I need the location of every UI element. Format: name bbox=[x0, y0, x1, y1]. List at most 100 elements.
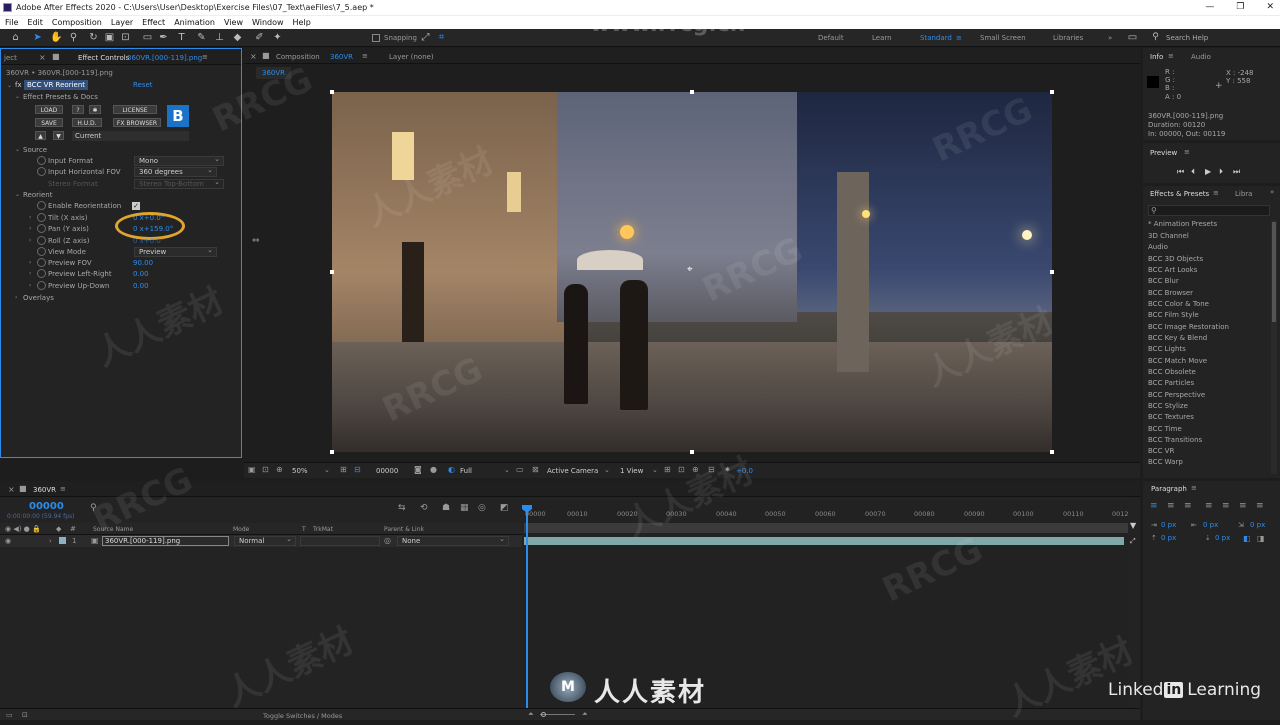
license-button[interactable]: LICENSE bbox=[113, 105, 157, 114]
effects-scrollbar-thumb[interactable] bbox=[1272, 222, 1276, 322]
zoom-in-icon[interactable]: ⏶ bbox=[582, 710, 588, 719]
roto-brush-tool-icon[interactable]: ✐ bbox=[254, 32, 265, 43]
search-help-input[interactable]: Search Help bbox=[1166, 34, 1208, 42]
close-timeline-tab-icon[interactable]: × bbox=[8, 485, 15, 494]
timeline-tab[interactable]: 360VR bbox=[33, 486, 56, 494]
fx-item[interactable]: * Animation Presets bbox=[1148, 220, 1217, 228]
preview-menu-icon[interactable]: ≡ bbox=[1184, 148, 1190, 156]
paragraph-menu-icon[interactable]: ≡ bbox=[1191, 484, 1197, 492]
timeline-icon[interactable]: ⊟ bbox=[708, 465, 715, 474]
layer-name[interactable]: 360VR.[000-119].png bbox=[102, 536, 229, 546]
fast-previews-icon[interactable]: ⊡ bbox=[678, 465, 685, 474]
rtl-direction-icon[interactable]: ◨ bbox=[1257, 534, 1265, 543]
snapping-checkbox[interactable] bbox=[372, 34, 380, 42]
col-mode[interactable]: Mode bbox=[233, 526, 249, 533]
indent-right-value[interactable]: 0 px bbox=[1203, 521, 1218, 529]
close-comp-tab-icon[interactable]: × bbox=[250, 52, 257, 61]
view-mode-stopwatch-icon[interactable] bbox=[37, 247, 46, 256]
color-channel-icon[interactable]: ◐ bbox=[448, 465, 455, 474]
comp-tab-label[interactable]: Composition bbox=[276, 53, 320, 61]
timeline-menu-icon[interactable]: ≡ bbox=[60, 485, 66, 493]
justify-center-icon[interactable]: ≡ bbox=[1222, 501, 1230, 511]
menu-window[interactable]: Window bbox=[252, 16, 284, 29]
preview-ud-stopwatch-icon[interactable] bbox=[37, 281, 46, 290]
always-preview-icon[interactable]: ▣ bbox=[248, 465, 256, 474]
comp-button-icon[interactable]: ▼ bbox=[1130, 521, 1138, 535]
fx-item[interactable]: BCC Blur bbox=[1148, 277, 1179, 285]
fx-item[interactable]: BCC Particles bbox=[1148, 379, 1194, 387]
handle-tl[interactable] bbox=[330, 90, 334, 94]
justify-left-icon[interactable]: ≡ bbox=[1205, 501, 1213, 511]
zoom-level[interactable]: 50% bbox=[292, 467, 308, 475]
menu-file[interactable]: File bbox=[5, 16, 18, 29]
comp-tab-name[interactable]: 360VR bbox=[330, 53, 353, 61]
preview-fov-expand-icon[interactable]: › bbox=[29, 259, 31, 266]
fx-item[interactable]: BCC Stylize bbox=[1148, 402, 1188, 410]
fx-browser-button[interactable]: FX BROWSER bbox=[113, 118, 161, 127]
pan-stopwatch-icon[interactable] bbox=[37, 224, 46, 233]
overlays-group-arrow-icon[interactable]: › bbox=[15, 294, 17, 301]
space-after-value[interactable]: 0 px bbox=[1215, 534, 1230, 542]
playhead-line[interactable] bbox=[526, 505, 528, 720]
lock-icon[interactable]: ■ bbox=[52, 52, 60, 61]
handle-tc[interactable] bbox=[690, 90, 694, 94]
camera-tool-icon[interactable]: ▣ bbox=[104, 32, 115, 43]
work-area-bar[interactable] bbox=[524, 523, 1128, 533]
effects-menu-icon[interactable]: ≡ bbox=[1213, 189, 1219, 197]
fx-item[interactable]: BCC Key & Blend bbox=[1148, 334, 1207, 342]
paragraph-tab[interactable]: Paragraph bbox=[1151, 485, 1187, 493]
preview-lr-expand-icon[interactable]: › bbox=[29, 270, 31, 277]
next-frame-icon[interactable]: ⏵ bbox=[1219, 167, 1223, 177]
source-group-arrow-icon[interactable]: ⌄ bbox=[15, 146, 20, 153]
resolution-dropdown-icon[interactable]: ⌄ bbox=[504, 466, 510, 474]
toggle-pixel-aspect-icon[interactable]: ⊞ bbox=[664, 465, 671, 474]
effect-expand-icon[interactable]: ⌄ bbox=[7, 82, 12, 89]
pen-tool-icon[interactable]: ✒ bbox=[158, 32, 169, 43]
brush-tool-icon[interactable]: ✎ bbox=[196, 32, 207, 43]
zoom-dropdown-icon[interactable]: ⌄ bbox=[324, 466, 330, 474]
layer-end-icon[interactable]: ⤢ bbox=[1130, 537, 1138, 547]
project-tab[interactable]: ject bbox=[4, 54, 17, 62]
fx-item[interactable]: BCC 3D Objects bbox=[1148, 255, 1203, 263]
layer-mode-dropdown[interactable]: Normal bbox=[234, 535, 296, 546]
handle-br[interactable] bbox=[1050, 450, 1054, 454]
help-button[interactable]: ? bbox=[72, 105, 84, 114]
workspace-default[interactable]: Default bbox=[818, 34, 844, 42]
reset-link[interactable]: Reset bbox=[133, 81, 153, 89]
eraser-tool-icon[interactable]: ◆ bbox=[232, 32, 243, 43]
mask-visibility-icon[interactable]: ⊟ bbox=[354, 465, 361, 474]
preview-tab[interactable]: Preview bbox=[1150, 149, 1177, 157]
tilt-stopwatch-icon[interactable] bbox=[37, 213, 46, 222]
frame-render-icon[interactable]: ⊡ bbox=[22, 711, 28, 719]
fx-item[interactable]: BCC Textures bbox=[1148, 413, 1194, 421]
input-fov-stopwatch-icon[interactable] bbox=[37, 167, 46, 176]
layer-tab[interactable]: Layer (none) bbox=[389, 53, 434, 61]
preview-ud-expand-icon[interactable]: › bbox=[29, 282, 31, 289]
snap-icon[interactable]: ⤢ bbox=[420, 32, 431, 43]
fx-badge[interactable]: fx bbox=[15, 81, 22, 89]
frame-blending-icon[interactable]: ▦ bbox=[460, 503, 469, 513]
motion-blur-icon[interactable]: ◎ bbox=[478, 503, 486, 513]
hand-tool-icon[interactable]: ✋ bbox=[50, 32, 62, 43]
exposure-value[interactable]: +0.0 bbox=[736, 467, 753, 475]
camera-dropdown[interactable]: Active Camera bbox=[547, 467, 598, 475]
timeline-search-icon[interactable]: ⚲ bbox=[90, 503, 97, 513]
workspace-standard[interactable]: Standard bbox=[920, 34, 952, 42]
fx-item[interactable]: BCC Lights bbox=[1148, 345, 1186, 353]
render-time-icon[interactable]: ▭ bbox=[6, 711, 13, 719]
search-help-icon[interactable]: ⚲ bbox=[1150, 32, 1161, 43]
pan-expand-icon[interactable]: › bbox=[29, 225, 31, 232]
col-parent[interactable]: Parent & Link bbox=[384, 526, 424, 533]
handle-tr[interactable] bbox=[1050, 90, 1054, 94]
fx-item[interactable]: BCC Image Restoration bbox=[1148, 323, 1229, 331]
parent-dropdown[interactable]: None bbox=[397, 535, 509, 546]
justify-right-icon[interactable]: ≡ bbox=[1239, 501, 1247, 511]
zoom-percent-icon[interactable]: ⊕ bbox=[276, 465, 283, 474]
draft-3d-icon[interactable]: ⟲ bbox=[420, 503, 428, 513]
workspace-menu-icon[interactable]: ≡ bbox=[956, 34, 962, 42]
info-tab[interactable]: Info bbox=[1150, 53, 1163, 61]
menu-composition[interactable]: Composition bbox=[52, 16, 102, 29]
play-icon[interactable]: ▶ bbox=[1205, 167, 1211, 176]
align-right-icon[interactable]: ≡ bbox=[1184, 501, 1192, 511]
save-button[interactable]: SAVE bbox=[35, 118, 63, 127]
